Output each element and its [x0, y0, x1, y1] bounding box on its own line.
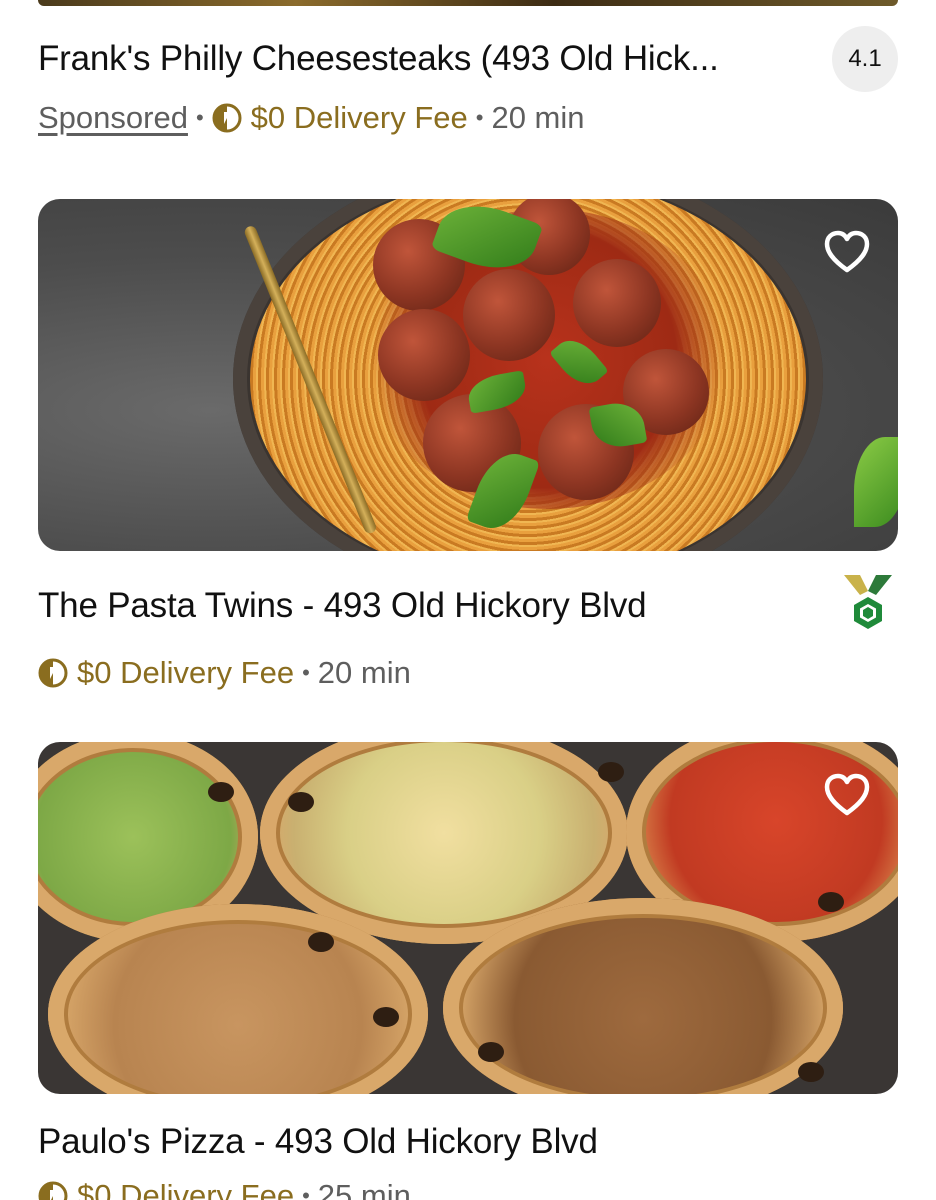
- char-spot: [373, 1007, 399, 1027]
- delivery-fee: $0 Delivery Fee: [38, 655, 294, 691]
- favorite-button[interactable]: [822, 770, 872, 820]
- restaurant-name[interactable]: Frank's Philly Cheesesteaks (493 Old Hic…: [38, 39, 719, 79]
- uber-one-icon: [38, 658, 68, 688]
- restaurant-meta: $0 Delivery Fee • 20 min: [38, 655, 898, 691]
- restaurant-meta: $0 Delivery Fee • 25 min: [38, 1178, 898, 1200]
- meatball-shape: [463, 269, 555, 361]
- spaghetti-meatballs-photo[interactable]: [38, 199, 898, 551]
- pizzas-photo[interactable]: [38, 742, 898, 1094]
- delivery-fee-label: $0 Delivery Fee: [250, 100, 468, 135]
- uber-one-icon: [38, 1181, 68, 1200]
- restaurant-meta: Sponsored • $0 Delivery Fee • 20 min: [38, 100, 898, 136]
- delivery-time: 25 min: [317, 1178, 411, 1200]
- sponsored-link[interactable]: Sponsored: [38, 100, 188, 136]
- heart-outline-icon: [824, 230, 870, 273]
- separator-dot: •: [475, 105, 484, 130]
- delivery-fee-label: $0 Delivery Fee: [77, 1178, 295, 1200]
- favorite-button[interactable]: [822, 227, 872, 277]
- char-spot: [478, 1042, 504, 1062]
- separator-dot: •: [302, 1183, 310, 1200]
- restaurant-card-paulos-pizza[interactable]: Paulo's Pizza - 493 Old Hickory Blvd $0 …: [38, 742, 898, 1200]
- char-spot: [598, 762, 624, 782]
- separator-dot: •: [195, 105, 204, 130]
- delivery-fee: $0 Delivery Fee: [212, 100, 468, 136]
- char-spot: [818, 892, 844, 912]
- meatball-shape: [573, 259, 661, 347]
- delivery-time: 20 min: [491, 100, 585, 135]
- char-spot: [288, 792, 314, 812]
- char-spot: [308, 932, 334, 952]
- medal-icon: [844, 575, 892, 629]
- heart-outline-icon: [824, 773, 870, 816]
- delivery-fee-label: $0 Delivery Fee: [77, 655, 295, 690]
- char-spot: [798, 1062, 824, 1082]
- uber-one-icon: [212, 103, 242, 133]
- restaurant-card-pasta-twins[interactable]: The Pasta Twins - 493 Old Hickory Blvd $…: [38, 199, 898, 691]
- separator-dot: •: [302, 660, 310, 685]
- previous-card-image-edge[interactable]: [38, 0, 898, 6]
- delivery-fee: $0 Delivery Fee: [38, 1178, 294, 1200]
- char-spot: [208, 782, 234, 802]
- meatball-shape: [378, 309, 470, 401]
- rating-badge: 4.1: [832, 26, 898, 92]
- restaurant-name[interactable]: The Pasta Twins - 493 Old Hickory Blvd: [38, 586, 646, 626]
- delivery-time: 20 min: [317, 655, 411, 690]
- restaurant-card-franks[interactable]: Frank's Philly Cheesesteaks (493 Old Hic…: [38, 26, 898, 136]
- restaurant-name[interactable]: Paulo's Pizza - 493 Old Hickory Blvd: [38, 1122, 598, 1162]
- leaf-shape: [854, 437, 898, 527]
